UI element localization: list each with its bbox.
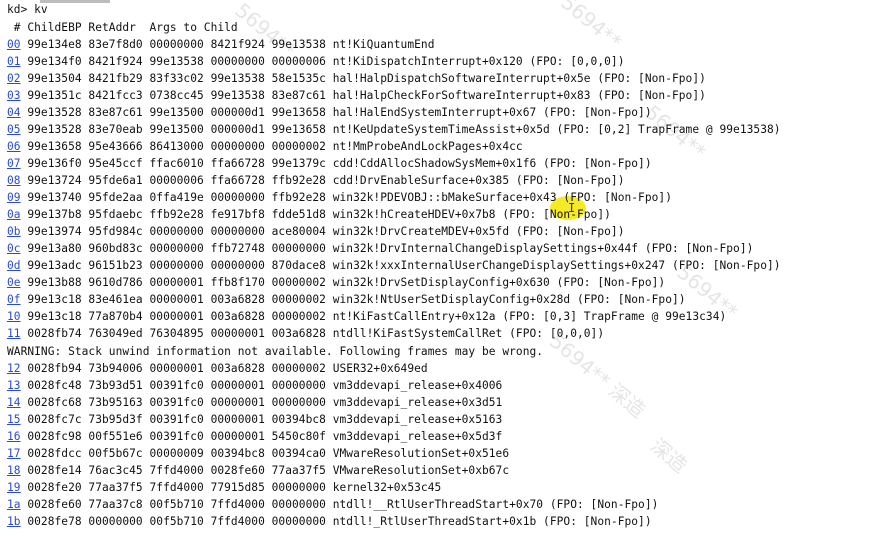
frame-details: 0028fe20 77aa37f5 7ffd4000 77915d85 0000…	[20, 481, 442, 494]
frame-number-link[interactable]: 1b	[7, 515, 21, 528]
frame-number-link[interactable]: 00	[7, 38, 21, 51]
frame-details: 0028fc48 73b93d51 00391fc0 00000001 0000…	[20, 379, 503, 392]
stack-frame-row: 01 99e134f0 8421f924 99e13538 00000000 0…	[7, 53, 624, 70]
stack-frame-row: 14 0028fc68 73b95163 00391fc0 00000001 0…	[7, 394, 502, 411]
stack-frame-row: 17 0028fdcc 00f5b67c 00000009 00394bc8 0…	[7, 445, 509, 462]
frame-number-link[interactable]: 15	[7, 413, 21, 426]
frame-details: 0028fb74 763049ed 76304895 00000001 003a…	[20, 327, 605, 340]
stack-frame-row: 06 99e13658 95e43666 86413000 00000000 0…	[7, 138, 523, 155]
frame-details: 99e134f0 8421f924 99e13538 00000000 0000…	[20, 55, 625, 68]
warning-message: WARNING: Stack unwind information not av…	[7, 345, 544, 358]
frame-number-link[interactable]: 0c	[7, 242, 21, 255]
frame-details: 99e1351c 8421fcc3 0738cc45 99e13538 83e8…	[20, 89, 706, 102]
top-border-fragment	[40, 0, 110, 3]
frame-number-link[interactable]: 14	[7, 396, 21, 409]
frame-number-link[interactable]: 09	[7, 191, 21, 204]
stack-header: # ChildEBP RetAddr Args to Child	[7, 21, 238, 34]
stack-frame-row: 15 0028fc7c 73b95d3f 00391fc0 00000001 0…	[7, 411, 502, 428]
frame-number-link[interactable]: 0b	[7, 225, 21, 238]
stack-frame-row: 1a 0028fe60 77aa37c8 00f5b710 7ffd4000 0…	[7, 496, 658, 513]
frame-number-link[interactable]: 18	[7, 464, 21, 477]
debugger-command-output: 5694** 5694** 5694** 5694** 深造 深造 5694**…	[0, 0, 890, 539]
frame-number-link[interactable]: 12	[7, 362, 21, 375]
frame-number-link[interactable]: 07	[7, 157, 21, 170]
frame-number-link[interactable]: 03	[7, 89, 21, 102]
frame-details: 99e13528 83e87c61 99e13500 000000d1 99e1…	[20, 106, 652, 119]
frame-details: 0028fe60 77aa37c8 00f5b710 7ffd4000 0000…	[20, 498, 659, 511]
frame-details: 0028fc98 00f551e6 00391fc0 00000001 5450…	[20, 430, 503, 443]
frame-details: 99e13b88 9610d786 00000001 ffb8f170 0000…	[20, 276, 666, 289]
text-cursor-icon: I	[568, 201, 576, 215]
frame-details: 0028fb94 73b94006 00000001 003a6828 0000…	[20, 362, 428, 375]
frame-details: 0028fdcc 00f5b67c 00000009 00394bc8 0039…	[20, 447, 510, 460]
frame-details: 99e13504 8421fb29 83f33c02 99e13538 58e1…	[20, 72, 706, 85]
stack-frame-row: 04 99e13528 83e87c61 99e13500 000000d1 9…	[7, 104, 652, 121]
frame-number-link[interactable]: 19	[7, 481, 21, 494]
frame-details: 0028fe14 76ac3c45 7ffd4000 0028fe60 77aa…	[20, 464, 510, 477]
frame-details: 99e137b8 95fdaebc ffb92e28 fe917bf8 fdde…	[20, 208, 611, 221]
frame-details: 99e136f0 95e45ccf ffac6010 ffa66728 99e1…	[20, 157, 652, 170]
frame-details: 0028fc7c 73b95d3f 00391fc0 00000001 0039…	[20, 413, 503, 426]
stack-frame-row: 13 0028fc48 73b93d51 00391fc0 00000001 0…	[7, 377, 502, 394]
stack-frame-row: 11 0028fb74 763049ed 76304895 00000001 0…	[7, 325, 604, 342]
stack-frame-row: 19 0028fe20 77aa37f5 7ffd4000 77915d85 0…	[7, 479, 441, 496]
stack-frame-row: 12 0028fb94 73b94006 00000001 003a6828 0…	[7, 360, 428, 377]
stack-frame-row: 0d 99e13adc 96151b23 00000000 00000000 8…	[7, 257, 781, 274]
stack-frame-row: 0e 99e13b88 9610d786 00000001 ffb8f170 0…	[7, 274, 665, 291]
frame-details: 99e13c18 83e461ea 00000001 003a6828 0000…	[20, 293, 686, 306]
stack-frame-row: 1b 0028fe78 00000000 00f5b710 7ffd4000 0…	[7, 513, 652, 530]
frame-details: 0028fc68 73b95163 00391fc0 00000001 0000…	[20, 396, 503, 409]
command-prompt: kd> kv	[7, 3, 48, 16]
frame-number-link[interactable]: 17	[7, 447, 21, 460]
frame-number-link[interactable]: 16	[7, 430, 21, 443]
frame-number-link[interactable]: 08	[7, 174, 21, 187]
frame-details: 99e13528 83e70eab 99e13500 000000d1 99e1…	[20, 123, 781, 136]
frame-details: 99e13974 95fd984c 00000000 00000000 ace8…	[20, 225, 625, 238]
frame-details: 99e134e8 83e7f8d0 00000000 8421f924 99e1…	[20, 38, 435, 51]
frame-number-link[interactable]: 0d	[7, 259, 21, 272]
stack-frame-row: 00 99e134e8 83e7f8d0 00000000 8421f924 9…	[7, 36, 435, 53]
stack-frame-row: 16 0028fc98 00f551e6 00391fc0 00000001 5…	[7, 428, 502, 445]
frame-number-link[interactable]: 02	[7, 72, 21, 85]
stack-frame-row: 0f 99e13c18 83e461ea 00000001 003a6828 0…	[7, 291, 686, 308]
stack-frame-row: 18 0028fe14 76ac3c45 7ffd4000 0028fe60 7…	[7, 462, 509, 479]
frame-number-link[interactable]: 1a	[7, 498, 21, 511]
frame-number-link[interactable]: 01	[7, 55, 21, 68]
stack-frame-row: 0b 99e13974 95fd984c 00000000 00000000 a…	[7, 223, 624, 240]
stack-frame-row: 08 99e13724 95fde6a1 00000006 ffa66728 f…	[7, 172, 624, 189]
stack-frame-row: 0c 99e13a80 960bd83c 00000000 ffb72748 0…	[7, 240, 753, 257]
stack-frame-row: 05 99e13528 83e70eab 99e13500 000000d1 9…	[7, 121, 781, 138]
watermark: 5694**	[556, 0, 627, 54]
frame-number-link[interactable]: 05	[7, 123, 21, 136]
watermark: 深造	[646, 433, 693, 478]
stack-frame-row: 03 99e1351c 8421fcc3 0738cc45 99e13538 8…	[7, 87, 706, 104]
frame-number-link[interactable]: 04	[7, 106, 21, 119]
stack-frame-row: 07 99e136f0 95e45ccf ffac6010 ffa66728 9…	[7, 155, 652, 172]
frame-number-link[interactable]: 0f	[7, 293, 21, 306]
frame-details: 99e13c18 77a870b4 00000001 003a6828 0000…	[20, 310, 727, 323]
frame-details: 99e13a80 960bd83c 00000000 ffb72748 0000…	[20, 242, 754, 255]
frame-number-link[interactable]: 06	[7, 140, 21, 153]
frame-details: 99e13658 95e43666 86413000 00000000 0000…	[20, 140, 523, 153]
stack-frame-row: 0a 99e137b8 95fdaebc ffb92e28 fe917bf8 f…	[7, 206, 611, 223]
frame-details: 0028fe78 00000000 00f5b710 7ffd4000 0000…	[20, 515, 652, 528]
frame-details: 99e13adc 96151b23 00000000 00000000 870d…	[20, 259, 781, 272]
frame-number-link[interactable]: 10	[7, 310, 21, 323]
frame-number-link[interactable]: 13	[7, 379, 21, 392]
stack-frame-row: 02 99e13504 8421fb29 83f33c02 99e13538 5…	[7, 70, 706, 87]
frame-number-link[interactable]: 0e	[7, 276, 21, 289]
stack-frame-row: 10 99e13c18 77a870b4 00000001 003a6828 0…	[7, 308, 726, 325]
frame-number-link[interactable]: 0a	[7, 208, 21, 221]
frame-details: 99e13724 95fde6a1 00000006 ffa66728 ffb9…	[20, 174, 625, 187]
frame-number-link[interactable]: 11	[7, 327, 21, 340]
